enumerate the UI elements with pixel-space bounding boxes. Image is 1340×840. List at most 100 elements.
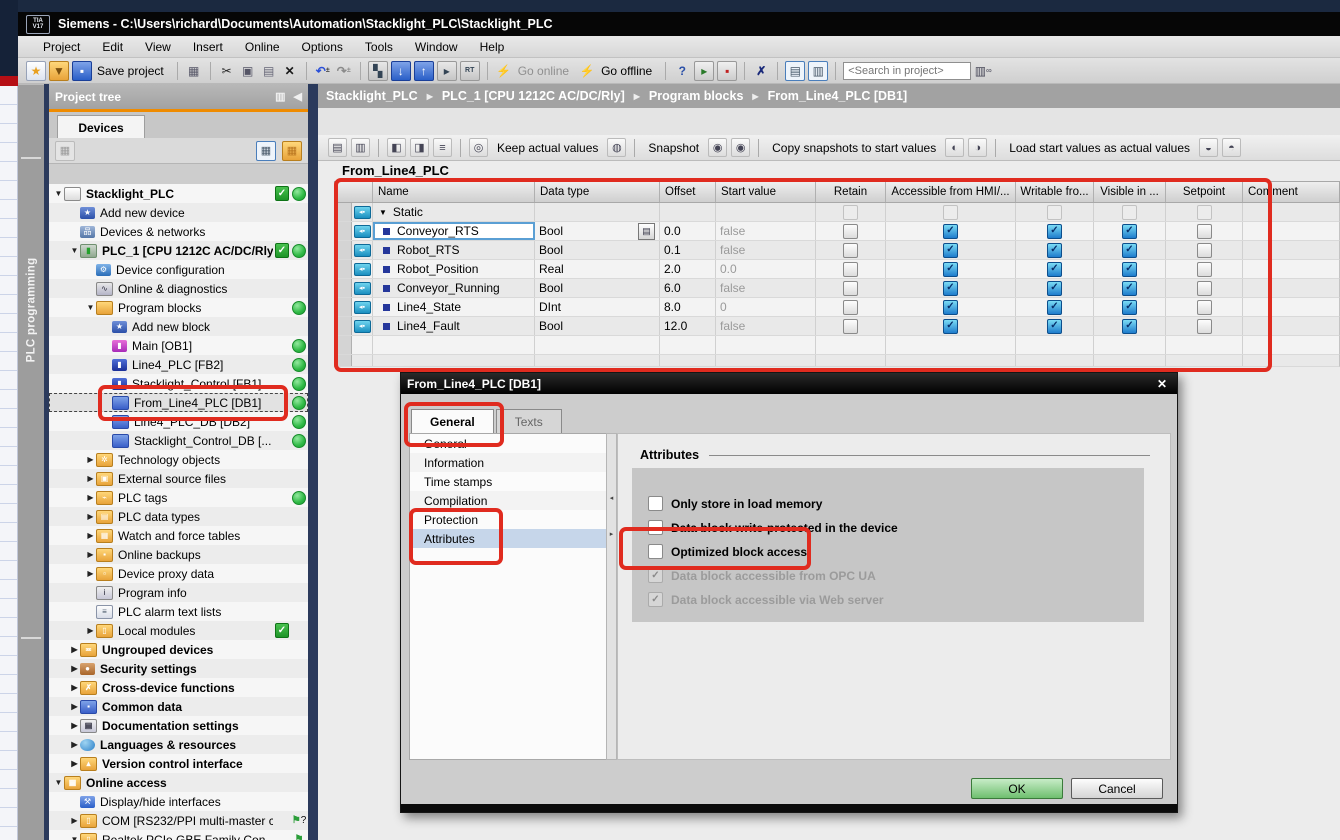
breadcrumb-plc[interactable]: PLC_1 [CPU 1212C AC/DC/Rly] [442, 89, 625, 103]
ok-button[interactable]: OK [971, 778, 1063, 799]
close-icon[interactable]: ✕ [1153, 377, 1171, 391]
nav-general[interactable]: General [410, 434, 606, 453]
retain-checkbox[interactable] [843, 243, 858, 258]
retain-checkbox[interactable] [843, 262, 858, 277]
setpoint-checkbox[interactable] [1197, 243, 1212, 258]
tab-general[interactable]: General [411, 409, 494, 434]
add-table-icon[interactable]: ▦ [55, 141, 75, 161]
compile-icon[interactable]: ▚ [368, 61, 388, 81]
comment-cell[interactable] [1243, 241, 1339, 259]
tree-item-local-modules[interactable]: ▶▯Local modules✓ [49, 621, 308, 640]
expand-right-icon[interactable]: ▶ [85, 474, 96, 483]
expand-right-icon[interactable]: ▶ [69, 816, 80, 825]
snapshot-up-icon[interactable]: ◉ [708, 138, 727, 157]
tree-item-project[interactable]: ▼Stacklight_PLC✓ [49, 184, 308, 203]
split-vertical-icon[interactable]: ▥ [808, 61, 828, 81]
table-row-variable[interactable]: ◂▪ Line4_State DInt 8.0 0 ✓ ✓ ✓ [334, 298, 1340, 317]
writable-checkbox[interactable]: ✓ [1047, 281, 1062, 296]
accessible-devices-icon[interactable]: ? [673, 62, 691, 80]
snapshot-down-icon[interactable]: ◉ [731, 138, 750, 157]
cut-icon[interactable]: ✂ [218, 62, 236, 80]
tree-item-from-line4-plc-db1[interactable]: From_Line4_PLC [DB1] [49, 393, 308, 412]
expand-right-icon[interactable]: ▶ [85, 626, 96, 635]
nav-scrollbar[interactable]: ◂ ▸ [606, 433, 617, 760]
nav-information[interactable]: Information [410, 453, 606, 472]
expand-right-icon[interactable]: ▶ [85, 493, 96, 502]
comment-cell[interactable] [1243, 260, 1339, 278]
visible-checkbox[interactable]: ✓ [1122, 300, 1137, 315]
option-optimized-block-access[interactable]: Optimized block access [648, 544, 807, 559]
tree-item-online-diagnostics[interactable]: ∿Online & diagnostics [49, 279, 308, 298]
offset-cell[interactable]: 12.0 [660, 317, 716, 335]
writable-checkbox[interactable]: ✓ [1047, 262, 1062, 277]
col-data-type[interactable]: Data type [535, 182, 660, 202]
expand-right-icon[interactable]: ▶ [85, 512, 96, 521]
visible-checkbox[interactable]: ✓ [1122, 262, 1137, 277]
snapshot-button[interactable]: Snapshot [648, 141, 699, 155]
copy-icon[interactable]: ▣ [239, 62, 257, 80]
columns-icon[interactable]: ▥ [275, 90, 285, 103]
offset-cell[interactable]: 6.0 [660, 279, 716, 297]
nav-protection[interactable]: Protection [410, 510, 606, 529]
start-value-cell[interactable]: false [716, 241, 816, 259]
expand-right-icon[interactable]: ▶ [69, 740, 80, 749]
tree-item-external-source-files[interactable]: ▶▣External source files [49, 469, 308, 488]
load-icon[interactable]: ◒ [1199, 138, 1218, 157]
keep-values-icon[interactable]: ◍ [607, 138, 626, 157]
tree-item-add-device[interactable]: ★Add new device [49, 203, 308, 222]
setpoint-checkbox[interactable] [1197, 281, 1212, 296]
save-project-button[interactable]: Save project [97, 64, 164, 78]
visible-checkbox[interactable]: ✓ [1122, 224, 1137, 239]
type-picker-button[interactable]: ▤ [638, 223, 655, 240]
writable-checkbox[interactable]: ✓ [1047, 243, 1062, 258]
open-project-icon[interactable]: ▼ [49, 61, 69, 81]
col-offset[interactable]: Offset [660, 182, 716, 202]
menu-view[interactable]: View [134, 38, 182, 56]
dialog-title-bar[interactable]: From_Line4_PLC [DB1] ✕ [401, 373, 1177, 394]
comment-cell[interactable] [1243, 298, 1339, 316]
expand-right-icon[interactable]: ▶ [69, 683, 80, 692]
start-cpu-icon[interactable]: ▸ [437, 61, 457, 81]
tab-devices[interactable]: Devices [57, 115, 145, 139]
plc-programming-strip[interactable]: PLC programming [18, 84, 44, 840]
retain-checkbox[interactable] [843, 281, 858, 296]
tree-item-stacklight-control-db[interactable]: Stacklight_Control_DB [... [49, 431, 308, 450]
expand-down-icon[interactable]: ▼ [85, 303, 96, 312]
new-project-icon[interactable]: ★ [26, 61, 46, 81]
tree-item-com-interface[interactable]: ▶▯COM [RS232/PPI multi-master c...⚑? [49, 811, 308, 830]
collapse-panel-icon[interactable]: ◀ [294, 90, 302, 103]
reset-start-values-icon[interactable]: ◧ [387, 138, 406, 157]
offset-cell[interactable]: 0.1 [660, 241, 716, 259]
retain-checkbox[interactable] [843, 319, 858, 334]
load-alt-icon[interactable]: ◓ [1222, 138, 1241, 157]
expand-right-icon[interactable]: ▶ [69, 645, 80, 654]
col-retain[interactable]: Retain [816, 182, 886, 202]
menu-tools[interactable]: Tools [354, 38, 404, 56]
nav-time-stamps[interactable]: Time stamps [410, 472, 606, 491]
breadcrumb-db1[interactable]: From_Line4_PLC [DB1] [768, 89, 908, 103]
option-write-protected[interactable]: Data block write-protected in the device [648, 520, 898, 535]
expand-right-icon[interactable]: ▶ [69, 759, 80, 768]
go-online-button[interactable]: Go online [518, 64, 569, 78]
expand-right-icon[interactable]: ▶ [85, 455, 96, 464]
data-type-cell[interactable]: DInt [535, 298, 660, 316]
download-to-device-icon[interactable]: ↓ [391, 61, 411, 81]
menu-online[interactable]: Online [234, 38, 291, 56]
visible-checkbox[interactable]: ✓ [1122, 243, 1137, 258]
data-type-cell[interactable]: Bool▤ [535, 222, 660, 240]
tree-item-device-proxy-data[interactable]: ▶▫Device proxy data [49, 564, 308, 583]
start-value-cell[interactable]: false [716, 317, 816, 335]
table-row-empty[interactable] [334, 355, 1340, 367]
copy-snap-icon[interactable]: ◐ [945, 138, 964, 157]
diagram-view-icon[interactable]: ▦ [282, 141, 302, 161]
accessible-checkbox[interactable]: ✓ [943, 281, 958, 296]
col-setpoint[interactable]: Setpoint [1166, 182, 1243, 202]
start-value-cell[interactable]: 0.0 [716, 260, 816, 278]
data-type-cell[interactable]: Bool [535, 241, 660, 259]
expand-down-icon[interactable]: ▼ [53, 778, 64, 787]
tree-item-program-info[interactable]: iProgram info [49, 583, 308, 602]
table-row-empty[interactable] [334, 336, 1340, 355]
expand-right-icon[interactable]: ▶ [85, 569, 96, 578]
menu-insert[interactable]: Insert [182, 38, 234, 56]
simulation-rt-icon[interactable]: RT [460, 61, 480, 81]
